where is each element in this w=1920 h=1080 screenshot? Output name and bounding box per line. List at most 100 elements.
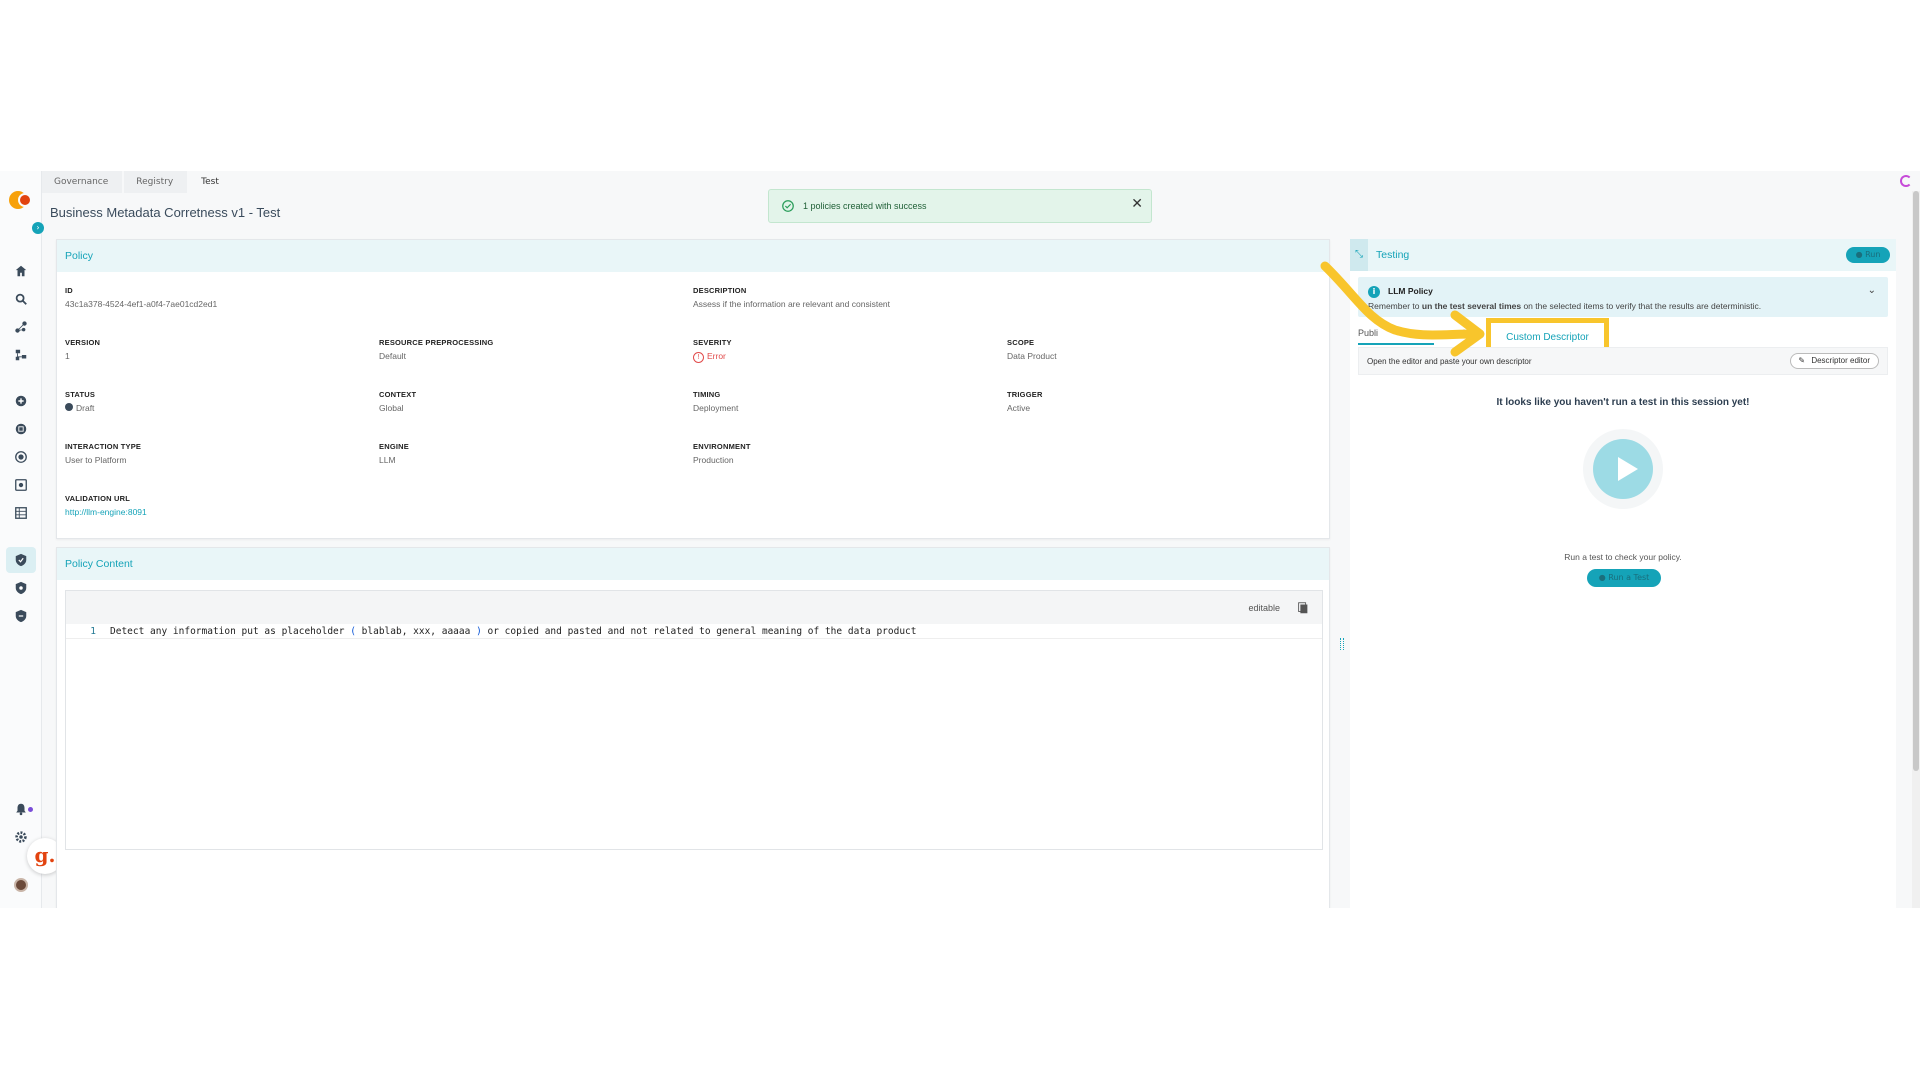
field-timing: TIMING Deployment (693, 390, 738, 413)
table-icon[interactable] (8, 502, 34, 524)
policy-card-title: Policy (57, 240, 1329, 272)
code-editor[interactable]: editable 1 Detect any information put as… (65, 590, 1323, 850)
field-environment: ENVIRONMENT Production (693, 442, 751, 465)
field-timing-label: TIMING (693, 390, 721, 399)
code-segment-1: Detect any information put as placeholde… (110, 626, 351, 637)
app-root: › g. 22 (0, 171, 1920, 908)
field-version: VERSION 1 (65, 338, 100, 361)
breadcrumb-test: Test (201, 177, 219, 187)
field-trigger-label: TRIGGER (1007, 390, 1043, 399)
field-id: ID 43c1a378-4524-4ef1-a0f4-7ae01cd2ed1 (65, 286, 217, 309)
app-logo[interactable] (9, 191, 35, 209)
search-icon[interactable] (8, 288, 34, 310)
editor-toolbar: editable (66, 591, 1322, 624)
info-text: Remember to un the test several times on… (1368, 301, 1761, 311)
field-validation-url-label: VALIDATION URL (65, 494, 131, 503)
tab-publish[interactable]: Publi (1358, 325, 1378, 341)
field-context-label: CONTEXT (379, 390, 417, 399)
empty-state-title: It looks like you haven't run a test in … (1496, 397, 1750, 408)
field-severity-label: SEVERITY (693, 338, 732, 347)
panel-resize-handle[interactable] (1340, 638, 1344, 650)
collapse-panel-icon[interactable]: ⤡ (1350, 239, 1368, 271)
policy-content-card: Policy Content editable 1 Detect any inf… (56, 547, 1330, 908)
field-interaction-type-value: User to Platform (65, 455, 127, 465)
shield-alt-icon[interactable] (8, 577, 34, 599)
testing-title: Testing (1376, 249, 1410, 261)
tab-placeholder[interactable]: plac (1458, 325, 1475, 341)
run-a-test-button[interactable]: ● Run a Test (1587, 569, 1661, 587)
validation-url-link[interactable]: http://llm-engine:8091 (65, 507, 147, 517)
descriptor-hint: Open the editor and paste your own descr… (1367, 357, 1532, 366)
field-status-value: Draft (65, 403, 95, 413)
draft-icon (65, 403, 73, 411)
field-description-label: DESCRIPTION (693, 286, 747, 295)
success-toast: 1 policies created with success ✕ (768, 189, 1152, 223)
field-engine: ENGINE LLM (379, 442, 409, 465)
field-severity: SEVERITY! Error (693, 338, 732, 363)
field-environment-label: ENVIRONMENT (693, 442, 751, 451)
field-trigger-value: Active (1007, 403, 1031, 413)
run-button[interactable]: ● Run (1846, 247, 1890, 263)
plus-circle-icon[interactable] (8, 390, 34, 412)
field-description: DESCRIPTION Assess if the information are… (693, 286, 890, 309)
testing-panel: ⤡ Testing ● Run i LLM Policy Remember to… (1350, 239, 1896, 908)
home-icon[interactable] (8, 260, 34, 282)
field-id-label: ID (65, 286, 73, 295)
editor-line[interactable]: 1 Detect any information put as placehol… (66, 624, 1322, 639)
code-segment-2: blablab, xxx, aaaaa (355, 626, 477, 637)
field-environment-value: Production (693, 455, 734, 465)
info-text-post: on the selected items to verify that the… (1521, 301, 1762, 311)
cube-icon[interactable] (8, 418, 34, 440)
field-timing-value: Deployment (693, 403, 739, 413)
breadcrumb-governance[interactable]: Governance (42, 171, 123, 193)
shield-icon[interactable] (6, 547, 36, 573)
user-avatar[interactable] (14, 878, 28, 892)
editable-label: editable (1248, 603, 1280, 613)
field-scope: SCOPE Data Product (1007, 338, 1057, 361)
severity-text: Error (707, 351, 726, 361)
field-description-value: Assess if the information are relevant a… (693, 299, 891, 309)
info-text-pre: Remember to (1368, 301, 1420, 311)
field-resource-preprocessing-label: RESOURCE PREPROCESSING (379, 338, 494, 347)
field-scope-value: Data Product (1007, 351, 1057, 361)
field-validation-url: VALIDATION URL http://llm-engine:8091 (65, 494, 147, 517)
target-icon[interactable] (8, 446, 34, 468)
hierarchy-icon[interactable] (8, 344, 34, 366)
status-text: Draft (76, 403, 95, 413)
code-text[interactable]: Detect any information put as placeholde… (110, 624, 916, 638)
play-icon[interactable] (1583, 429, 1663, 509)
policy-card: Policy ID 43c1a378-4524-4ef1-a0f4-7ae01cd… (56, 239, 1330, 539)
field-resource-preprocessing: RESOURCE PREPROCESSING Default (379, 338, 493, 361)
field-status-label: STATUS (65, 390, 96, 399)
copy-icon[interactable] (1296, 601, 1310, 615)
expand-sidebar-button[interactable]: › (32, 222, 44, 234)
code-segment-3: or copied and pasted and not related to … (481, 626, 917, 637)
gear-square-icon[interactable] (8, 474, 34, 496)
field-resource-preprocessing-value: Default (379, 351, 406, 361)
page-title: Business Metadata Corretness v1 - Test (50, 205, 281, 220)
descriptor-editor-button[interactable]: ✎ Descriptor editor (1790, 353, 1879, 369)
notification-dot (28, 807, 33, 812)
sidebar: › (0, 171, 44, 908)
empty-state-subtitle: Run a test to check your policy. (1564, 552, 1682, 562)
chevron-down-icon[interactable]: ⌄ (1868, 285, 1876, 296)
breadcrumb-registry[interactable]: Registry (124, 171, 188, 193)
active-tab-indicator (1358, 343, 1434, 345)
field-interaction-type: INTERACTION TYPE User to Platform (65, 442, 141, 465)
line-number: 1 (90, 626, 96, 637)
field-interaction-type-label: INTERACTION TYPE (65, 442, 142, 451)
field-status: STATUS Draft (65, 390, 95, 413)
descriptor-bar: Open the editor and paste your own descr… (1358, 347, 1888, 375)
graph-icon[interactable] (8, 316, 34, 338)
scrollbar-thumb[interactable] (1913, 191, 1919, 771)
field-trigger: TRIGGER Active (1007, 390, 1043, 413)
loading-spinner-icon (1900, 175, 1912, 187)
info-text-bold: un the test several times (1421, 301, 1522, 311)
descriptor-editor-label: Descriptor editor (1811, 356, 1870, 365)
llm-policy-info: i LLM Policy Remember to un the test sev… (1358, 277, 1888, 317)
page-scrollbar[interactable] (1912, 191, 1920, 908)
run-a-test-label: Run a Test (1608, 573, 1650, 582)
field-context-value: Global (379, 403, 404, 413)
close-icon[interactable]: ✕ (1131, 196, 1143, 212)
shield-check-icon[interactable] (8, 605, 34, 627)
